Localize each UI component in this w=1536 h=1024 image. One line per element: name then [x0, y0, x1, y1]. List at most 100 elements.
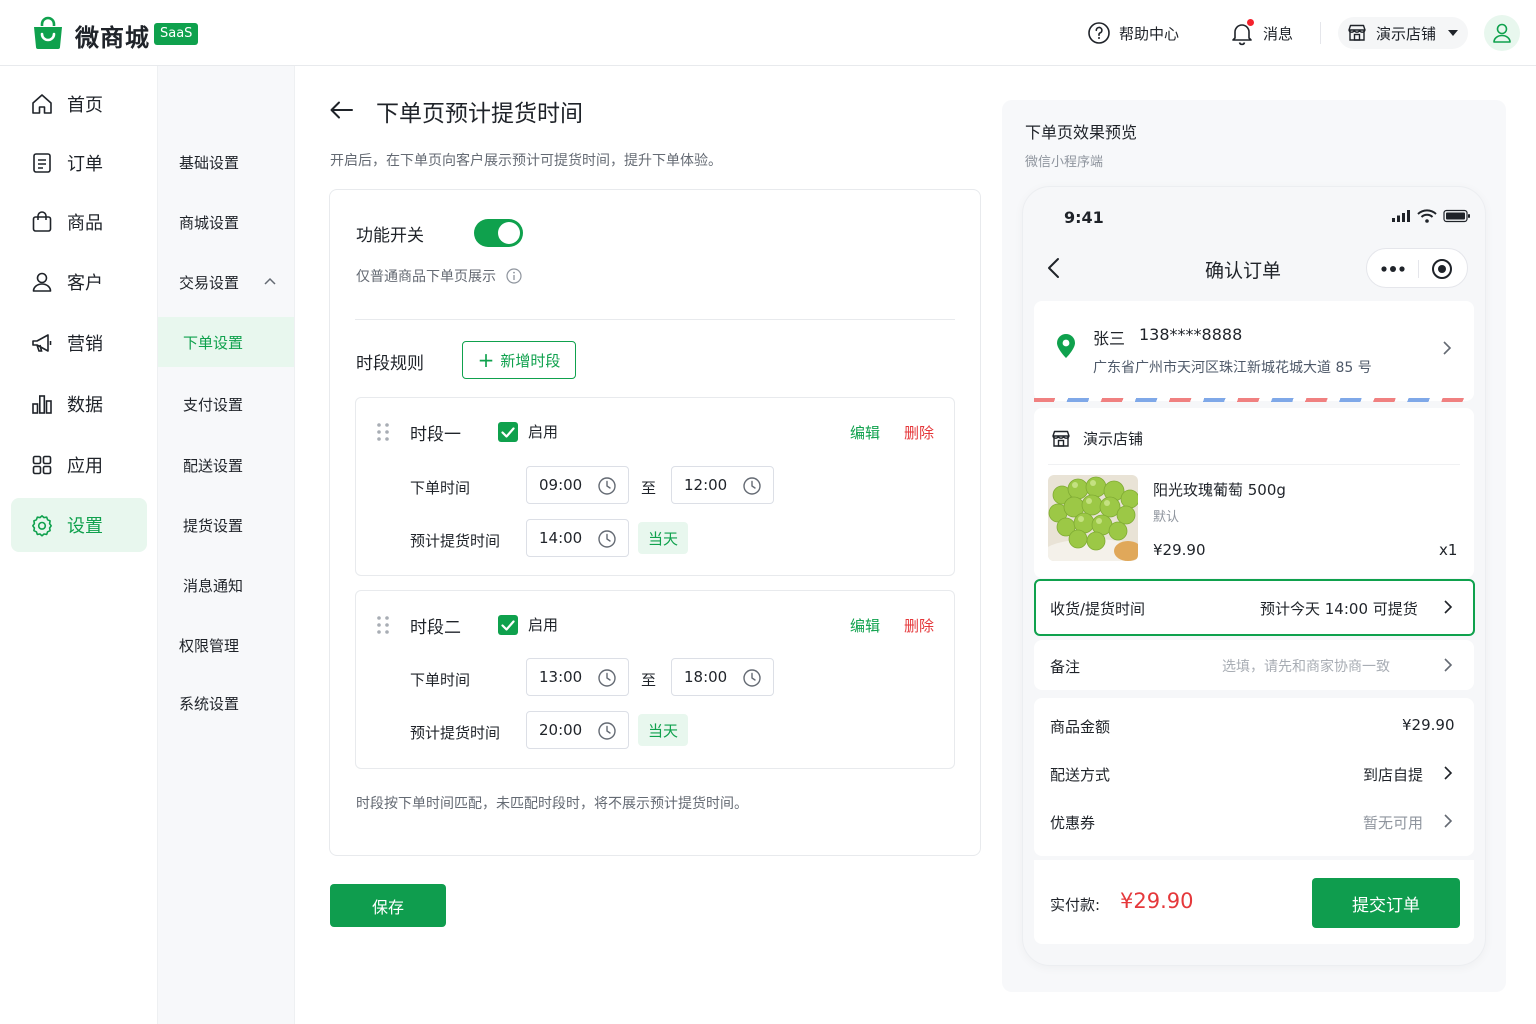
coupon-value[interactable]: 暂无可用 — [1363, 812, 1423, 833]
nav-home[interactable]: 首页 — [11, 77, 147, 131]
wifi-icon — [1411, 209, 1437, 223]
preview-title: 下单页效果预览 — [1025, 123, 1138, 142]
subnav-label: 权限管理 — [179, 636, 240, 655]
drag-handle-icon[interactable] — [376, 422, 390, 442]
bag-icon — [30, 210, 67, 234]
save-button[interactable]: 保存 — [330, 884, 446, 927]
subnav-mall-settings[interactable]: 商城设置 — [158, 197, 294, 247]
bar-chart-icon — [30, 392, 67, 416]
delete-link[interactable]: 删除 — [904, 615, 934, 636]
enable-checkbox[interactable] — [498, 615, 518, 635]
miniprogram-capsule[interactable] — [1366, 248, 1468, 288]
add-period-button[interactable]: + 新增时段 — [462, 341, 576, 379]
status-time: 9:41 — [1064, 208, 1104, 227]
phone-back-icon[interactable] — [1046, 257, 1062, 279]
subnav-label: 系统设置 — [179, 694, 240, 713]
feature-toggle[interactable] — [474, 219, 523, 247]
order-start-time-input[interactable]: 09:00 — [526, 466, 629, 504]
delete-link[interactable]: 删除 — [904, 422, 934, 443]
subnav-basic-settings[interactable]: 基础设置 — [158, 137, 294, 187]
shop-divider — [1048, 464, 1460, 465]
help-center-label: 帮助中心 — [1119, 24, 1180, 43]
drag-handle-icon[interactable] — [376, 615, 390, 635]
subnav-trade-settings[interactable]: 交易设置 — [158, 257, 294, 307]
period-name: 时段二 — [410, 618, 461, 638]
store-icon — [1346, 22, 1368, 44]
help-center-link[interactable]: 帮助中心 — [1087, 20, 1179, 46]
order-end-time-input[interactable]: 18:00 — [671, 658, 774, 696]
add-period-label: 新增时段 — [500, 351, 561, 370]
close-target-icon[interactable] — [1431, 258, 1453, 280]
subnav-delivery-settings[interactable]: 配送设置 — [158, 440, 294, 490]
subnav-label: 支付设置 — [183, 395, 244, 414]
section-divider — [355, 319, 955, 320]
nav-products-label: 商品 — [67, 213, 103, 234]
nav-settings[interactable]: 设置 — [11, 498, 147, 552]
page-title: 下单页预计提货时间 — [376, 101, 583, 127]
more-dots-icon[interactable] — [1381, 266, 1405, 272]
pickup-row-value: 预计今天 14:00 可提货 — [1260, 600, 1418, 618]
shopping-bag-logo-icon[interactable] — [31, 16, 65, 50]
pickup-time-input[interactable]: 14:00 — [526, 519, 629, 557]
preview-subtitle: 微信小程序端 — [1025, 155, 1104, 170]
info-icon[interactable] — [496, 268, 522, 284]
order-end-time-input[interactable]: 12:00 — [671, 466, 774, 504]
nav-orders[interactable]: 订单 — [11, 136, 147, 190]
chevron-right-icon — [1443, 599, 1453, 615]
period-card-1: 时段一 启用 编辑 删除 下单时间 09:00 至 12:00 预计提货时间 1… — [355, 397, 955, 576]
time-value: 13:00 — [539, 668, 583, 686]
time-value: 20:00 — [539, 721, 583, 739]
battery-icon — [1437, 209, 1471, 223]
clock-icon — [598, 669, 616, 687]
order-time-label: 下单时间 — [410, 479, 471, 497]
product-name: 阳光玫瑰葡萄 500g — [1153, 481, 1286, 499]
chevron-right-icon — [1443, 813, 1453, 829]
megaphone-icon — [30, 331, 67, 355]
address-card[interactable] — [1034, 301, 1474, 401]
subnav-payment-settings[interactable]: 支付设置 — [158, 379, 294, 429]
submit-order-button[interactable]: 提交订单 — [1312, 878, 1460, 928]
edit-link[interactable]: 编辑 — [850, 422, 880, 443]
nav-products[interactable]: 商品 — [11, 195, 147, 249]
avatar[interactable] — [1484, 15, 1520, 51]
toggle-knob — [498, 222, 520, 244]
nav-data[interactable]: 数据 — [11, 377, 147, 431]
rules-footnote: 时段按下单时间匹配，未匹配时段时，将不展示预计提货时间。 — [356, 796, 748, 812]
clock-icon — [743, 477, 761, 495]
recipient-name: 张三 — [1093, 329, 1126, 348]
amount-value: ¥29.90 — [1402, 716, 1455, 734]
pickup-time-input[interactable]: 20:00 — [526, 711, 629, 749]
subnav-notifications[interactable]: 消息通知 — [158, 560, 294, 610]
delivery-value[interactable]: 到店自提 — [1363, 764, 1423, 785]
enable-checkbox[interactable] — [498, 422, 518, 442]
pay-amount: ¥29.90 — [1120, 889, 1194, 913]
header-divider — [1320, 22, 1321, 44]
product-qty: x1 — [1439, 541, 1458, 559]
enable-label: 启用 — [528, 423, 559, 441]
pickup-row-label: 收货/提货时间 — [1050, 600, 1146, 618]
subnav-order-settings[interactable]: 下单设置 — [158, 317, 294, 367]
switch-hint: 仅普通商品下单页展示 — [356, 266, 522, 286]
nav-customers[interactable]: 客户 — [11, 255, 147, 309]
user-avatar-icon — [1491, 22, 1513, 44]
remark-placeholder: 选填，请先和商家协商一致 — [1222, 659, 1390, 675]
pickup-time-label: 预计提货时间 — [410, 532, 501, 550]
time-value: 09:00 — [539, 476, 583, 494]
store-icon — [1050, 428, 1072, 450]
home-icon — [30, 92, 67, 116]
pay-label: 实付款: — [1050, 896, 1101, 914]
edit-link[interactable]: 编辑 — [850, 615, 880, 636]
remark-label: 备注 — [1050, 658, 1081, 676]
nav-apps[interactable]: 应用 — [11, 438, 147, 492]
order-start-time-input[interactable]: 13:00 — [526, 658, 629, 696]
store-switcher[interactable]: 演示店铺 — [1338, 17, 1469, 49]
subnav-permissions[interactable]: 权限管理 — [158, 620, 294, 670]
gear-icon — [30, 513, 67, 537]
messages-link[interactable]: 消息 — [1229, 20, 1293, 46]
capsule-divider — [1418, 260, 1419, 278]
back-arrow-icon[interactable] — [328, 98, 354, 122]
subnav-pickup-settings[interactable]: 提货设置 — [158, 500, 294, 550]
nav-data-label: 数据 — [67, 395, 103, 416]
subnav-system-settings[interactable]: 系统设置 — [158, 678, 294, 728]
nav-marketing[interactable]: 营销 — [11, 316, 147, 370]
